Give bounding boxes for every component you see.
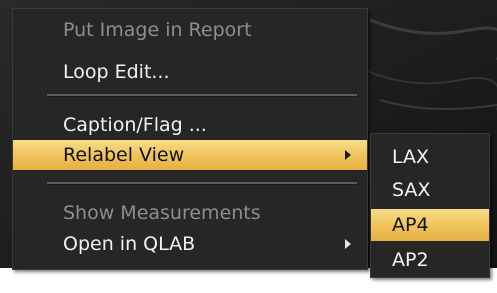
submenu-item-sax[interactable]: SAX [371,174,489,206]
menu-item-label: Show Measurements [63,202,261,224]
submenu-item-label: LAX [392,146,430,168]
menu-item-label: Caption/Flag ... [63,114,207,136]
submenu-item-ap4[interactable]: AP4 [371,209,489,241]
menu-item-caption-flag[interactable]: Caption/Flag ... [13,110,367,140]
relabel-view-submenu: LAX SAX AP4 AP2 [370,133,490,278]
menu-separator [47,94,357,97]
menu-item-label: Open in QLAB [63,233,196,255]
menu-item-label: Relabel View [63,144,185,166]
submenu-item-label: AP2 [392,249,429,271]
menu-item-show-measurements[interactable]: Show Measurements [13,198,367,228]
menu-item-label: Loop Edit... [63,61,170,83]
context-menu: Put Image in Report Loop Edit... Caption… [12,8,368,270]
menu-item-relabel-view[interactable]: Relabel View [13,140,367,170]
submenu-item-ap2[interactable]: AP2 [371,244,489,276]
submenu-item-label: SAX [392,179,431,201]
submenu-item-lax[interactable]: LAX [371,141,489,173]
submenu-arrow-icon [345,239,351,249]
menu-item-put-image-in-report[interactable]: Put Image in Report [13,15,367,45]
submenu-arrow-icon [345,150,351,160]
menu-item-label: Put Image in Report [63,19,252,41]
menu-item-loop-edit[interactable]: Loop Edit... [13,57,367,87]
menu-item-open-in-qlab[interactable]: Open in QLAB [13,229,367,259]
submenu-item-label: AP4 [392,214,429,236]
menu-separator [47,182,357,185]
